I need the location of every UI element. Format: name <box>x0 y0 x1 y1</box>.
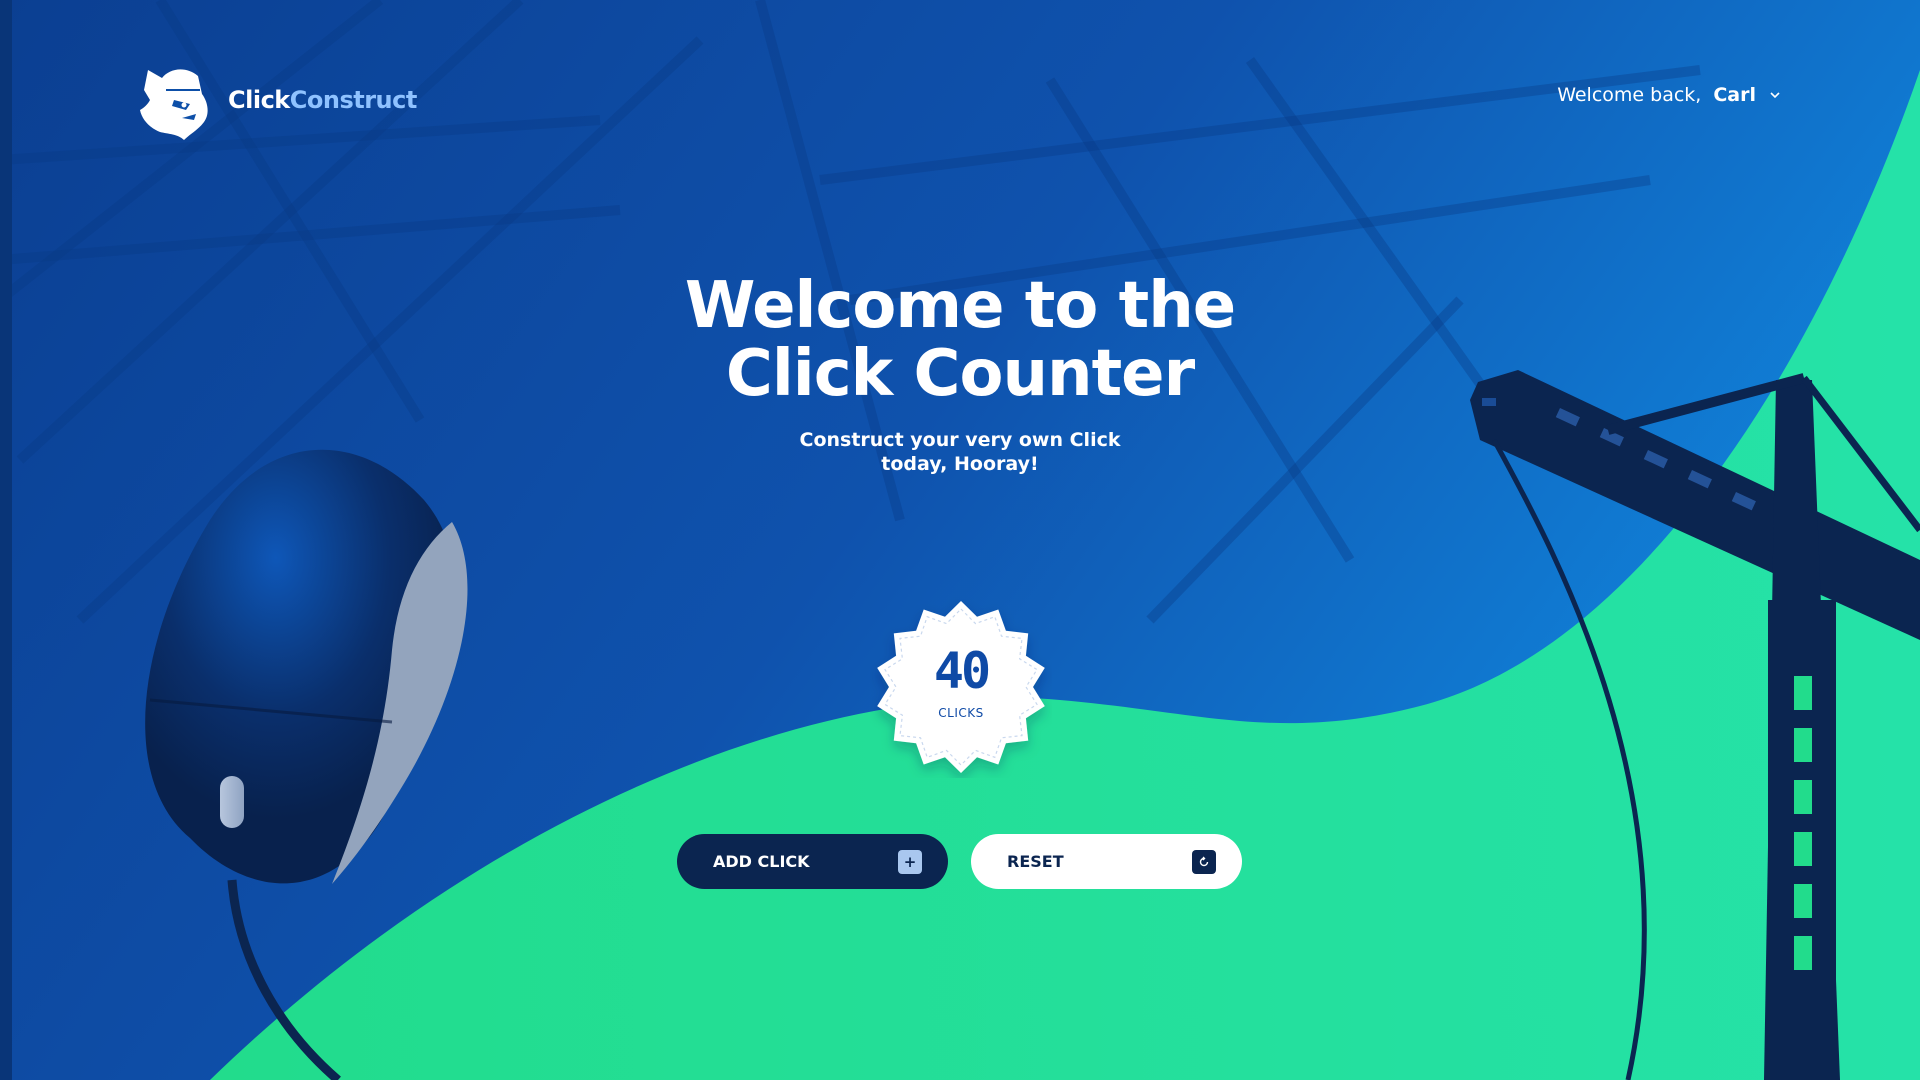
welcome-text: Welcome back, <box>1557 84 1702 106</box>
title-line-1: Welcome to the <box>684 269 1236 343</box>
subtitle-line-1: Construct your very own Click <box>799 429 1121 451</box>
brand-name: ClickConstruct <box>228 86 417 114</box>
page-title: Welcome to the Click Counter <box>560 272 1360 408</box>
click-counter-badge: 40 CLICKS <box>870 596 1052 778</box>
chevron-down-icon[interactable] <box>1768 88 1782 102</box>
brand-logo[interactable]: ClickConstruct <box>138 60 417 140</box>
brand-name-part2: Construct <box>289 86 418 114</box>
page: ClickConstruct Welcome back, Carl Welcom… <box>0 0 1920 1080</box>
reset-icon <box>1192 849 1216 874</box>
click-count-label: CLICKS <box>938 706 984 720</box>
left-shade <box>0 0 12 1080</box>
raccoon-hardhat-icon <box>140 69 208 140</box>
hero-section: Welcome to the Click Counter Construct y… <box>560 272 1360 476</box>
plus-icon: + <box>898 849 922 874</box>
subtitle-line-2: today, Hooray! <box>881 453 1039 475</box>
user-name[interactable]: Carl <box>1713 84 1756 106</box>
page-subtitle: Construct your very own Click today, Hoo… <box>780 428 1140 476</box>
title-line-2: Click Counter <box>725 337 1195 411</box>
background-illustration <box>0 0 1920 1080</box>
add-click-button[interactable]: ADD CLICK + <box>677 834 948 889</box>
user-menu[interactable]: Welcome back, Carl <box>1557 84 1782 106</box>
add-click-label: ADD CLICK <box>713 852 810 871</box>
brand-name-part1: Click <box>228 86 290 114</box>
click-count-value: 40 <box>933 642 991 700</box>
reset-button[interactable]: RESET <box>971 834 1242 889</box>
reset-label: RESET <box>1007 852 1064 871</box>
